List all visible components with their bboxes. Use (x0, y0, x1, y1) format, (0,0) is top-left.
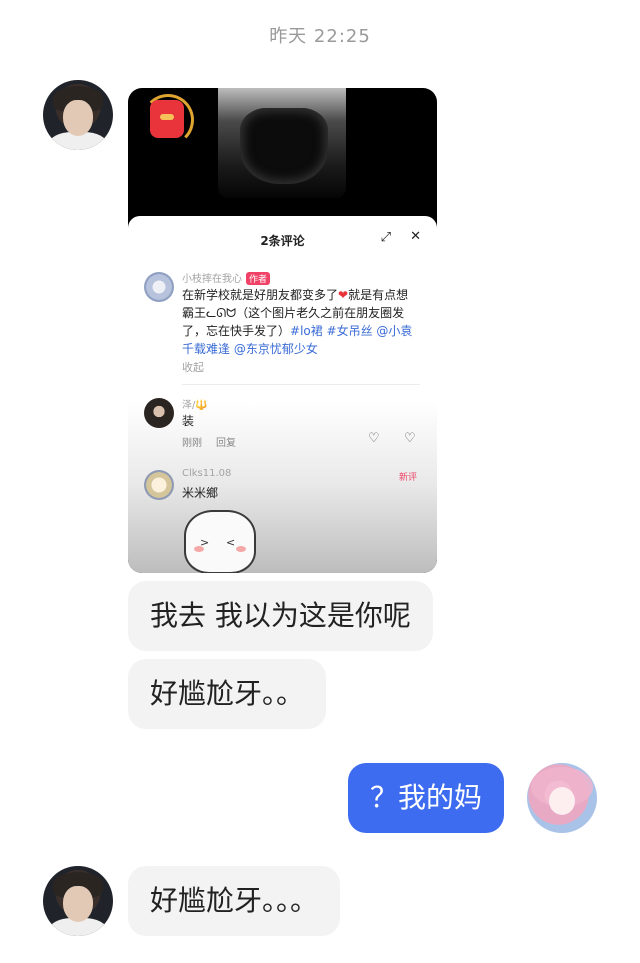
comment-text: 在新学校就是好朋友都变多了❤就是有点想霸王ᓚᘏᗢ（这个图片老久之前在朋友圈发了，… (182, 288, 413, 356)
comment-time: 刚刚 (182, 438, 202, 449)
author-badge: 作者 (246, 272, 271, 285)
message-bubble[interactable]: 我去 我以为这是你呢 (128, 581, 433, 651)
comments-panel: 2条评论 ⤢ ✕ 小枝摔在我心 作者 在新学校就是好朋友都变多了❤就是有点想霸王ᓚ… (128, 216, 437, 573)
new-comment-label: 新评 (398, 473, 417, 483)
commenter-name: 泽/🔱 (182, 400, 208, 411)
dislike-icon[interactable]: ♡ (404, 431, 416, 446)
reply-button[interactable]: 回复 (216, 438, 236, 449)
message-bubble[interactable]: 好尴尬牙。。。 (128, 866, 341, 936)
shared-video-card[interactable]: 2条评论 ⤢ ✕ 小枝摔在我心 作者 在新学校就是好朋友都变多了❤就是有点想霸王ᓚ… (128, 88, 437, 573)
collapse-link[interactable]: 收起 (182, 359, 204, 375)
red-packet-icon[interactable] (150, 100, 184, 138)
heart-icon[interactable]: ♡ (368, 431, 380, 446)
commenter-name: 小枝摔在我心 作者 (182, 270, 271, 285)
friend-avatar[interactable] (43, 80, 113, 150)
chat-timestamp: 昨天 22:25 (269, 26, 371, 47)
message-bubble[interactable]: 好尴尬牙。。 (128, 659, 327, 729)
expand-icon[interactable]: ⤢ (381, 230, 391, 245)
heart-emoji: ❤ (338, 288, 349, 302)
comment-text: 米米鄉 (182, 486, 219, 500)
sticker-image: > < (184, 510, 256, 573)
friend-avatar[interactable] (43, 866, 113, 936)
comment-text: 装 (182, 414, 195, 428)
commenter-name: Clks11.08 (182, 468, 232, 479)
close-icon[interactable]: ✕ (410, 229, 421, 244)
commenter-avatar[interactable] (144, 272, 174, 302)
commenter-avatar[interactable] (144, 470, 174, 500)
commenter-avatar[interactable] (144, 398, 174, 428)
comment-meta: 刚刚 回复 (182, 434, 250, 449)
my-avatar[interactable] (527, 763, 597, 833)
divider (182, 384, 420, 385)
my-message-bubble[interactable]: ？我的妈 (348, 763, 505, 833)
